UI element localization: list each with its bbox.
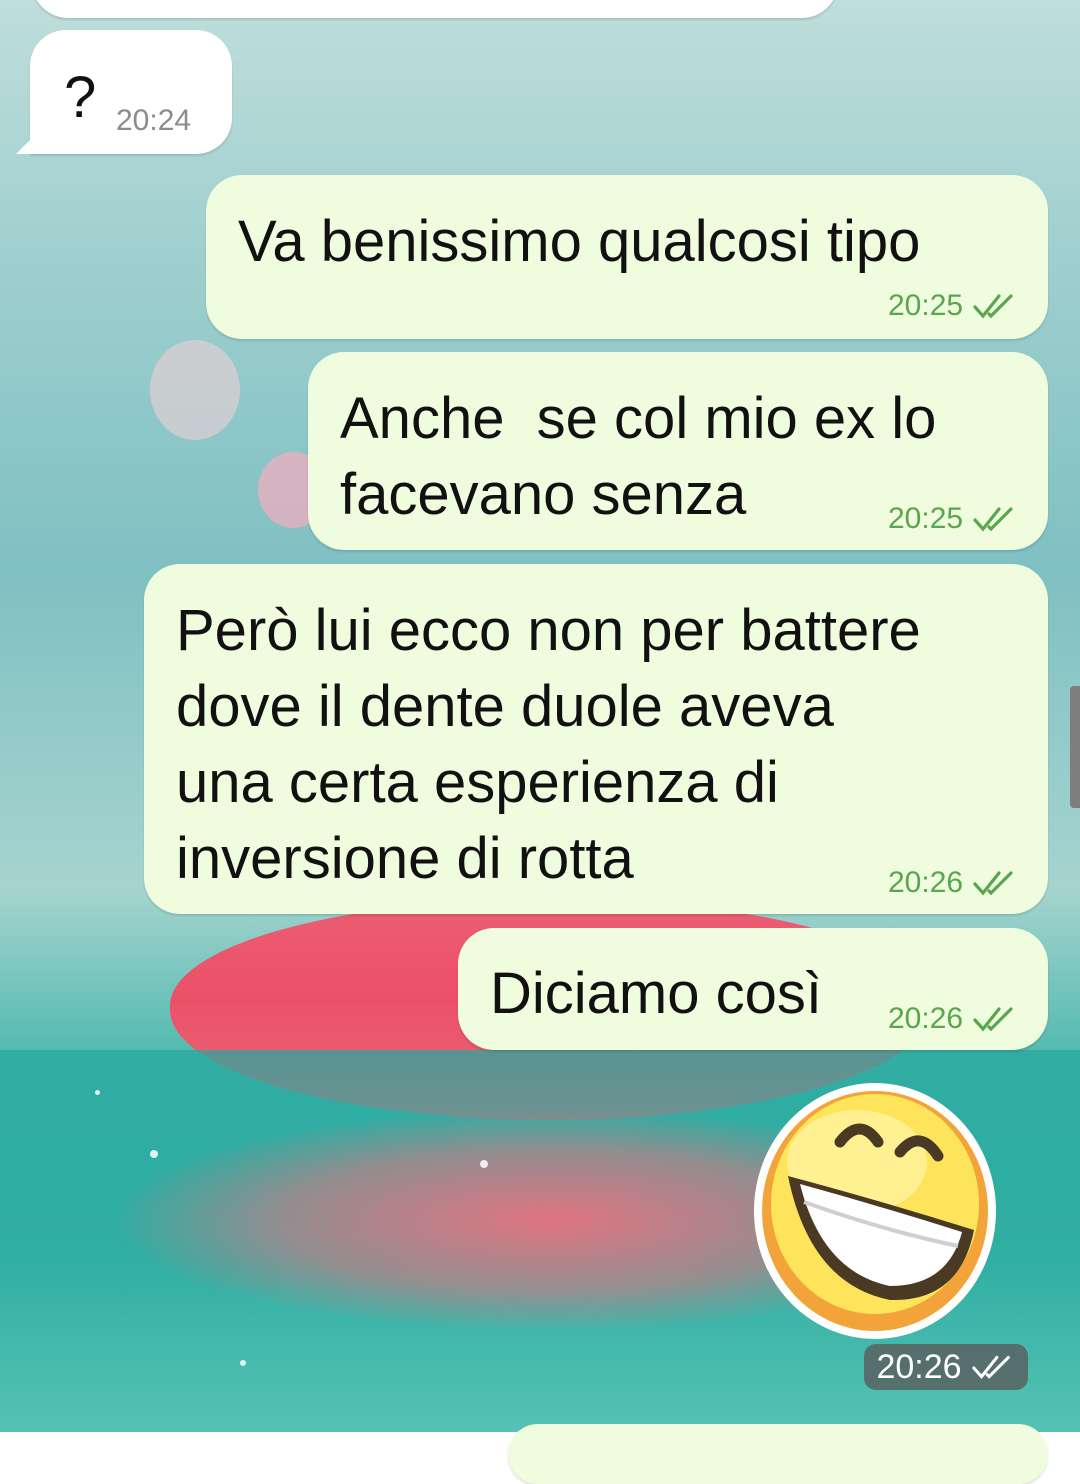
previous-message-bubble[interactable] — [32, 0, 838, 18]
water-sparkle — [240, 1360, 246, 1366]
outgoing-message-bubble[interactable]: Va benissimo qualcosi tipo 20:25 — [206, 175, 1048, 339]
water-sparkle — [95, 1090, 100, 1095]
outgoing-message-bubble[interactable]: Però lui ecco non per battere dove il de… — [144, 564, 1048, 914]
double-check-icon — [973, 507, 1013, 532]
double-check-icon — [971, 1355, 1010, 1379]
message-time: 20:24 — [116, 104, 191, 138]
water-sparkle — [150, 1150, 158, 1158]
time-label: 20:24 — [116, 104, 192, 137]
message-text: ? — [64, 65, 97, 130]
time-label: 20:26 — [876, 1347, 962, 1386]
incoming-message-bubble[interactable]: ? 20:24 — [30, 30, 232, 154]
message-meta: 20:26 — [888, 1002, 1019, 1036]
double-check-icon — [973, 871, 1013, 896]
message-meta: 20:25 — [888, 502, 1019, 536]
time-label: 20:25 — [888, 502, 964, 535]
double-check-icon — [973, 1007, 1013, 1032]
next-message-bubble[interactable] — [508, 1424, 1048, 1484]
message-text: Anche se col mio ex lo facevano senza — [340, 386, 937, 527]
outgoing-message-bubble[interactable]: Diciamo così 20:26 — [458, 928, 1048, 1050]
grinning-face-sticker-icon[interactable] — [752, 1080, 998, 1342]
message-meta: 20:25 — [888, 289, 1019, 323]
wallpaper-bokeh — [150, 340, 240, 440]
time-label: 20:26 — [888, 1002, 964, 1035]
message-text: Però lui ecco non per battere dove il de… — [176, 598, 921, 891]
message-text: Va benissimo qualcosi tipo — [238, 209, 921, 274]
scroll-indicator[interactable] — [1070, 686, 1080, 808]
time-label: 20:25 — [888, 289, 964, 322]
outgoing-message-bubble[interactable]: Anche se col mio ex lo facevano senza 20… — [308, 352, 1048, 550]
message-text: Diciamo così — [490, 961, 822, 1026]
double-check-icon — [973, 294, 1013, 319]
sticker-meta: 20:26 — [864, 1344, 1028, 1390]
time-label: 20:26 — [888, 866, 964, 899]
water-sparkle — [480, 1160, 488, 1168]
message-meta: 20:26 — [888, 866, 1019, 900]
